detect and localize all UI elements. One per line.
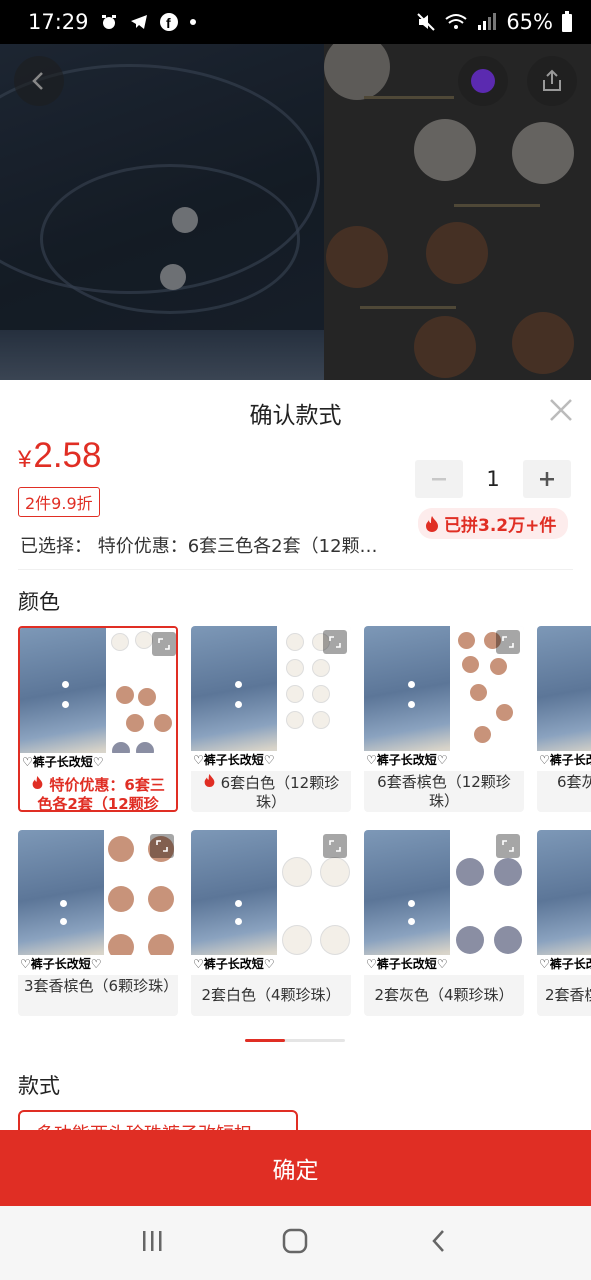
increase-button[interactable] bbox=[523, 460, 571, 498]
thumbnail-caption: ♡裤子长改短♡ bbox=[364, 955, 524, 975]
price: ¥2.58 bbox=[18, 436, 101, 476]
discount-badge: 2件9.9折 bbox=[18, 487, 100, 517]
back-icon bbox=[432, 1230, 445, 1252]
sold-count-text: 已拼3.2万+件 bbox=[444, 516, 557, 536]
expand-icon bbox=[158, 638, 170, 650]
color-option-card[interactable]: ♡裤子长改短♡ 6套白色（12颗珍珠） bbox=[191, 626, 351, 812]
system-nav-bar bbox=[0, 1206, 591, 1280]
option-thumbnail: ♡裤子长改短♡ bbox=[191, 626, 351, 771]
color-option-card[interactable]: ♡裤子长改短♡ 6套香槟色（12颗珍珠） bbox=[364, 626, 524, 812]
option-label: 3套香槟色（6颗珍珠） bbox=[24, 977, 178, 995]
thumbnail-caption: ♡裤子长改短♡ bbox=[364, 751, 524, 771]
expand-icon bbox=[156, 840, 168, 852]
plus-icon bbox=[540, 472, 554, 486]
option-thumbnail: ♡裤子长改短♡ bbox=[364, 830, 524, 975]
option-label: 特价优惠：6套三色各2套（12颗珍 bbox=[26, 775, 170, 810]
wifi-icon bbox=[444, 12, 468, 32]
expand-image-button[interactable] bbox=[323, 834, 347, 858]
sold-count-badge: 已拼3.2万+件 bbox=[418, 508, 569, 539]
color-option-card[interactable]: ♡裤子长改 2套香槟 bbox=[537, 830, 591, 1016]
fire-icon bbox=[426, 515, 438, 532]
fire-icon bbox=[204, 774, 215, 787]
expand-image-button[interactable] bbox=[496, 630, 520, 654]
expand-icon bbox=[329, 840, 341, 852]
recent-apps-button[interactable] bbox=[139, 1228, 165, 1258]
quantity-stepper: 1 bbox=[415, 460, 571, 498]
minus-icon bbox=[432, 478, 446, 481]
expand-image-button[interactable] bbox=[150, 834, 174, 858]
alarm-icon bbox=[99, 12, 119, 32]
option-label: 6套香槟色（12颗珍珠） bbox=[377, 773, 511, 810]
expand-icon bbox=[502, 636, 514, 648]
quantity-value[interactable]: 1 bbox=[463, 467, 523, 491]
selected-summary: 已选择： 特价优惠：6套三色各2套（12颗… bbox=[20, 536, 378, 557]
thumbnail-caption: ♡裤子长改短♡ bbox=[18, 955, 178, 975]
thumbnail-caption: ♡裤子长改短♡ bbox=[191, 751, 351, 771]
signal-icon bbox=[476, 12, 498, 32]
color-option-card[interactable]: ♡裤子长改短♡ 2套白色（4颗珍珠） bbox=[191, 830, 351, 1016]
color-option-card[interactable]: ♡裤子长改短♡ 3套香槟色（6颗珍珠） bbox=[18, 830, 178, 1016]
status-time: 17:29 bbox=[28, 10, 89, 34]
scroll-indicator bbox=[245, 1039, 345, 1042]
sheet-title: 确认款式 bbox=[249, 403, 342, 429]
cart-icon bbox=[471, 69, 495, 93]
status-bar: 17:29 f 65% bbox=[0, 0, 591, 44]
option-label: 6套灰 bbox=[557, 773, 591, 791]
style-option-chip[interactable]: 多功能两头珍珠裤子改短扣 bbox=[18, 1110, 298, 1130]
close-icon bbox=[550, 399, 572, 421]
cart-button[interactable] bbox=[458, 56, 508, 106]
sku-selector-sheet: 确认款式 ¥2.58 2件9.9折 1 已拼3.2万+件 已选择： 特价优惠：6… bbox=[0, 380, 591, 1130]
divider bbox=[18, 569, 573, 570]
option-thumbnail: ♡裤子长改短♡ bbox=[191, 830, 351, 975]
decrease-button[interactable] bbox=[415, 460, 463, 498]
recent-apps-icon bbox=[142, 1231, 162, 1251]
share-icon bbox=[543, 69, 561, 91]
expand-icon bbox=[502, 840, 514, 852]
home-button[interactable] bbox=[282, 1228, 308, 1258]
price-value: 2.58 bbox=[33, 436, 102, 475]
option-thumbnail: ♡裤子长改 bbox=[537, 830, 591, 975]
notification-dot-icon bbox=[189, 18, 197, 26]
thumbnail-caption: ♡裤子长改短♡ bbox=[20, 753, 176, 773]
option-thumbnail: ♡裤子长改短♡ bbox=[364, 626, 524, 771]
telegram-icon bbox=[129, 12, 149, 32]
confirm-button[interactable]: 确定 bbox=[0, 1130, 591, 1206]
option-label: 2套灰色（4颗珍珠） bbox=[374, 986, 514, 1004]
close-button[interactable] bbox=[547, 396, 575, 424]
facebook-icon: f bbox=[159, 12, 179, 32]
chevron-left-icon bbox=[32, 72, 43, 90]
option-label: 2套白色（4颗珍珠） bbox=[201, 986, 341, 1004]
option-label: 6套白色（12颗珍珠） bbox=[197, 773, 345, 812]
thumbnail-caption: ♡裤子长改 bbox=[537, 955, 591, 975]
color-section-label: 颜色 bbox=[18, 590, 60, 614]
fire-icon bbox=[32, 776, 43, 789]
thumbnail-caption: ♡裤子长改短♡ bbox=[191, 955, 351, 975]
color-option-card[interactable]: ♡裤子长改短♡ 特价优惠：6套三色各2套（12颗珍 bbox=[18, 626, 178, 812]
home-icon bbox=[283, 1228, 308, 1254]
product-image-gallery[interactable] bbox=[0, 44, 591, 380]
option-thumbnail: ♡裤子长改短♡ bbox=[20, 628, 176, 773]
expand-icon bbox=[329, 636, 341, 648]
battery-icon bbox=[561, 11, 573, 33]
expand-image-button[interactable] bbox=[152, 632, 176, 656]
expand-image-button[interactable] bbox=[323, 630, 347, 654]
share-button[interactable] bbox=[527, 56, 577, 106]
expand-image-button[interactable] bbox=[496, 834, 520, 858]
option-label: 2套香槟 bbox=[545, 986, 591, 1004]
back-nav-button[interactable] bbox=[426, 1228, 452, 1258]
back-button[interactable] bbox=[14, 56, 64, 106]
option-thumbnail: ♡裤子长改短♡ bbox=[18, 830, 178, 975]
price-currency: ¥ bbox=[18, 446, 32, 473]
option-thumbnail: ♡裤子长改 bbox=[537, 626, 591, 771]
color-option-card[interactable]: ♡裤子长改 6套灰 bbox=[537, 626, 591, 812]
style-section-label: 款式 bbox=[18, 1074, 60, 1098]
thumbnail-caption: ♡裤子长改 bbox=[537, 751, 591, 771]
mute-icon bbox=[416, 12, 436, 32]
battery-percent: 65% bbox=[506, 10, 553, 34]
svg-text:f: f bbox=[166, 15, 171, 31]
color-option-card[interactable]: ♡裤子长改短♡ 2套灰色（4颗珍珠） bbox=[364, 830, 524, 1016]
